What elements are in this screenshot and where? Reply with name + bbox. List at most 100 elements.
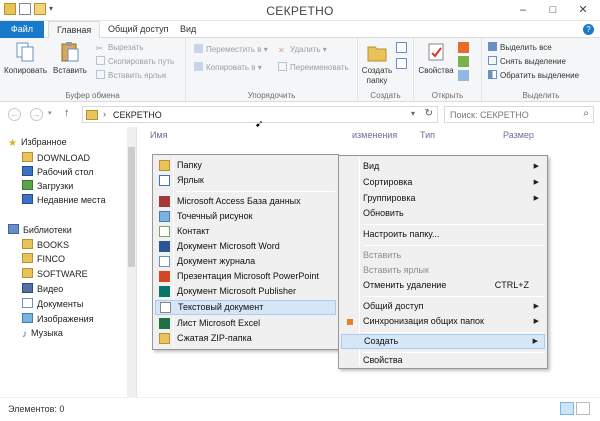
back-button[interactable]: ← [8,108,21,121]
new-folder-button[interactable]: Создать папку [360,41,394,86]
menu-item-journal[interactable]: Документ журнала [155,254,336,269]
edit-icon[interactable] [458,56,469,67]
copy-button[interactable]: Копировать [4,41,47,76]
menu-item-share[interactable]: Общий доступ ▶ [341,299,545,314]
menu-item-sort[interactable]: Сортировка ▶ [341,175,545,190]
close-button[interactable]: ✕ [568,0,598,20]
nav-item-download[interactable]: DOWNLOAD [22,152,90,163]
menu-item-folder[interactable]: Папку [155,158,336,173]
tab-view[interactable]: Вид [172,21,204,38]
menu-item-undo-delete[interactable]: Отменить удаление CTRL+Z [341,278,545,293]
access-icon [159,196,170,207]
menu-item-properties[interactable]: Свойства [341,353,545,368]
nav-item-finco[interactable]: FINCO [22,253,65,264]
nav-item-documents[interactable]: Документы [22,298,83,309]
menu-item-paste-shortcut[interactable]: Вставить ярлык [341,263,545,278]
invert-selection-button[interactable]: Обратить выделение [488,70,579,82]
powerpoint-icon [159,271,170,282]
maximize-button[interactable]: □ [538,0,568,20]
help-icon[interactable]: ? [583,24,594,35]
menu-item-create[interactable]: Создать ▶ [341,334,545,349]
delete-button[interactable]: ✕ Удалить ▾ [278,44,327,56]
select-all-label: Выделить все [500,43,552,52]
nav-item-recent[interactable]: Недавние места [22,194,106,205]
select-none-button[interactable]: Снять выделение [488,56,566,68]
word-icon [159,241,170,252]
paste-shortcut-button[interactable]: Вставить ярлык [96,70,167,82]
rename-button[interactable]: Переименовать [278,62,349,74]
menu-item-contact[interactable]: Контакт [155,224,336,239]
refresh-icon[interactable]: ↻ [425,108,433,119]
nav-label: Загрузки [37,181,74,191]
recent-locations-icon[interactable]: ▾ [48,109,52,117]
mouse-cursor-icon: ➹ [255,119,264,130]
documents-icon [22,298,33,308]
cut-button[interactable]: ✂ Вырезать [96,42,144,54]
minimize-button[interactable]: – [508,0,538,20]
select-none-label: Снять выделение [500,57,566,66]
easy-access-icon[interactable] [396,58,407,69]
forward-button[interactable]: → [30,108,43,121]
details-view-icon[interactable] [560,402,574,415]
properties-button[interactable]: Свойства [418,41,454,76]
nav-label: Рабочий стол [37,167,94,177]
tab-home[interactable]: Главная [48,21,101,39]
move-icon [194,44,203,53]
column-header-type[interactable]: Тип [420,130,435,140]
menu-item-refresh[interactable]: Обновить [341,206,545,221]
open-icon[interactable] [458,42,469,53]
menu-item-access[interactable]: Microsoft Access База данных [155,194,336,209]
up-arrow-icon[interactable]: ↑ [64,107,70,119]
menu-item-group[interactable]: Группировка ▶ [341,191,545,206]
move-to-button[interactable]: Переместить в ▾ [194,44,268,56]
new-folder-label: Создать папку [361,66,393,85]
menu-item-paste[interactable]: Вставить [341,248,545,263]
search-input[interactable]: Поиск: СЕКРЕТНО ⌕ [444,106,594,123]
menu-item-word[interactable]: Документ Microsoft Word [155,239,336,254]
column-header-modified[interactable]: изменения [352,130,397,140]
nav-item-images[interactable]: Изображения [22,313,94,324]
column-header-size[interactable]: Размер [503,130,534,140]
menu-item-zip[interactable]: Сжатая ZIP-папка [155,331,336,346]
new-group: Создать папку Создать [358,38,414,102]
new-group-label: Создать [370,91,401,100]
nav-item-video[interactable]: Видео [22,283,63,294]
zip-folder-icon [159,333,170,344]
menu-item-publisher[interactable]: Документ Microsoft Publisher [155,284,336,299]
menu-item-bitmap[interactable]: Точечный рисунок [155,209,336,224]
chevron-right-icon[interactable]: › [103,109,106,119]
menu-item-text-document[interactable]: Текстовый документ [155,300,336,315]
scrollbar-thumb[interactable] [128,147,135,267]
copy-to-button[interactable]: Копировать в ▾ [194,62,262,74]
copy-path-button[interactable]: Скопировать путь [96,56,174,68]
paste-button[interactable]: Вставить [50,41,90,76]
nav-scrollbar[interactable] [127,127,136,397]
menu-item-excel[interactable]: Лист Microsoft Excel [155,316,336,331]
nav-item-books[interactable]: BOOKS [22,239,69,250]
new-item-icon[interactable] [396,42,407,53]
item-count: Элементов: 0 [8,404,65,414]
menu-item-sync[interactable]: Синхронизация общих папок ▶ [341,314,545,329]
search-icon[interactable]: ⌕ [583,108,589,119]
tab-file[interactable]: Файл [0,21,44,38]
menu-item-powerpoint[interactable]: Презентация Microsoft PowerPoint [155,269,336,284]
nav-item-music[interactable]: ♪ Музыка [22,328,63,340]
history-icon[interactable] [458,70,469,81]
menu-item-customize-folder[interactable]: Настроить папку... [341,227,545,242]
chevron-down-icon[interactable]: ▾ [411,109,415,118]
select-all-button[interactable]: Выделить все [488,42,552,54]
nav-item-libraries[interactable]: Библиотеки [8,224,72,235]
nav-item-favorites[interactable]: ★ Избранное [8,137,67,149]
menu-item-view[interactable]: Вид ▶ [341,159,545,174]
tab-share[interactable]: Общий доступ [100,21,176,38]
shortcut-text: CTRL+Z [494,280,529,290]
chevron-right-icon: ▶ [532,338,538,345]
large-icons-view-icon[interactable] [576,402,590,415]
nav-item-software[interactable]: SOFTWARE [22,268,88,279]
menu-item-shortcut[interactable]: Ярлык [155,173,336,188]
column-header-name[interactable]: Имя [150,130,168,140]
chevron-right-icon: ▶ [533,179,539,186]
nav-item-downloads[interactable]: Загрузки [22,180,73,191]
nav-item-desktop[interactable]: Рабочий стол [22,166,94,177]
address-path[interactable]: СЕКРЕТНО [113,110,162,120]
